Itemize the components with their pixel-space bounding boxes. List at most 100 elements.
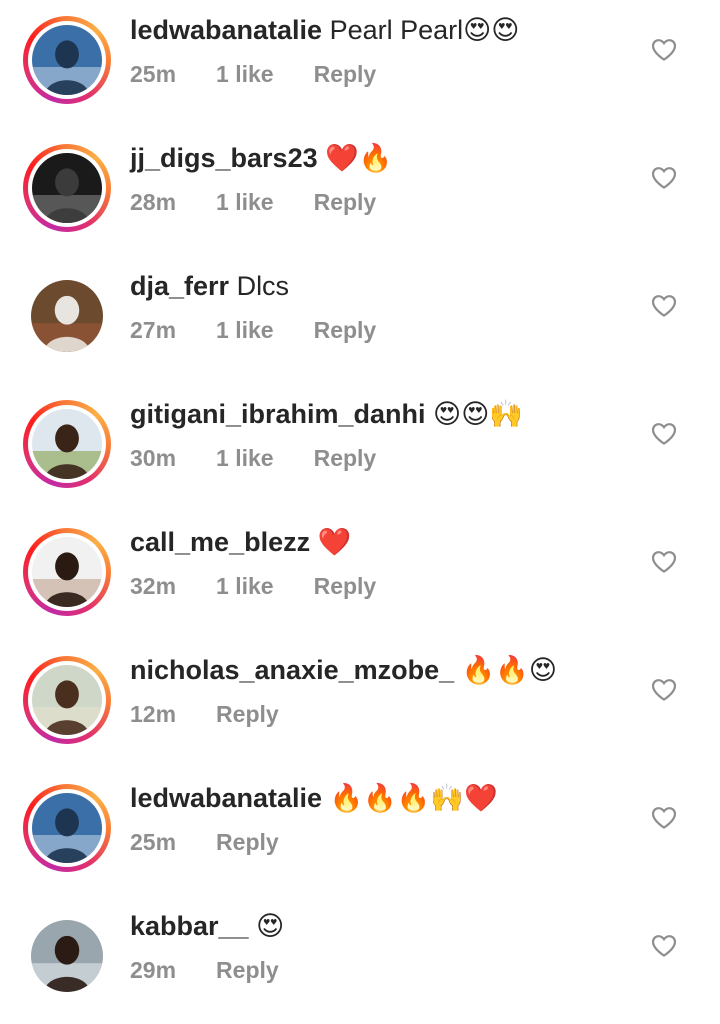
- comment-username[interactable]: kabbar__: [130, 911, 249, 941]
- comment-item: ledwabanatalie Pearl Pearl😍😍 25m 1 like Rep…: [0, 0, 720, 128]
- avatar-image: [32, 793, 102, 863]
- avatar-border: [31, 920, 103, 992]
- like-button[interactable]: [651, 38, 677, 62]
- heart-outline-icon: [651, 295, 677, 317]
- heart-outline-icon: [651, 423, 677, 445]
- heart-outline-icon: [651, 807, 677, 829]
- avatar[interactable]: [32, 665, 102, 735]
- comment-username[interactable]: gitigani_ibrahim_danhi: [130, 399, 426, 429]
- avatar-image: [32, 665, 102, 735]
- comment-text: Pearl Pearl😍😍: [322, 15, 520, 45]
- comment-like-count[interactable]: 1 like: [216, 58, 274, 90]
- avatar-image: [32, 409, 102, 479]
- reply-button[interactable]: Reply: [314, 314, 377, 346]
- comment-item: kabbar__ 😍 29m Reply: [0, 896, 720, 1024]
- comment-item: nicholas_anaxie_mzobe_ 🔥🔥😍 12m Reply: [0, 640, 720, 768]
- comment-text: Dlcs: [229, 271, 290, 301]
- like-button[interactable]: [651, 550, 677, 574]
- comment-text: ❤️: [310, 527, 352, 557]
- comment-timestamp: 28m: [130, 189, 177, 215]
- avatar-image: [32, 537, 102, 607]
- comment-text: 😍😍🙌: [425, 399, 523, 429]
- comment-item: call_me_blezz ❤️ 32m 1 like Reply: [0, 512, 720, 640]
- comment-item: dja_ferr Dlcs 27m 1 like Reply: [0, 256, 720, 384]
- like-button[interactable]: [651, 678, 677, 702]
- comment-meta: 25m Reply: [130, 826, 279, 858]
- comment-timestamp: 30m: [130, 445, 177, 471]
- reply-button[interactable]: Reply: [216, 954, 279, 986]
- avatar-frame[interactable]: [23, 912, 111, 1000]
- reply-button[interactable]: Reply: [314, 442, 377, 474]
- comment-line: kabbar__ 😍: [130, 906, 284, 946]
- story-ring[interactable]: [23, 528, 111, 616]
- heart-outline-icon: [651, 551, 677, 573]
- avatar[interactable]: [32, 25, 102, 95]
- comment-line: gitigani_ibrahim_danhi 😍😍🙌: [130, 394, 523, 434]
- avatar-image: [32, 25, 102, 95]
- reply-button[interactable]: Reply: [314, 570, 377, 602]
- story-ring[interactable]: [23, 656, 111, 744]
- heart-outline-icon: [651, 167, 677, 189]
- avatar-border: [28, 21, 106, 99]
- comment-text: ❤️🔥: [317, 143, 393, 173]
- comment-meta: 30m 1 like Reply: [130, 442, 376, 474]
- comment-text: 😍: [248, 911, 285, 941]
- comment-timestamp: 25m: [130, 829, 177, 855]
- heart-outline-icon: [651, 679, 677, 701]
- like-button[interactable]: [651, 934, 677, 958]
- comment-timestamp: 27m: [130, 317, 177, 343]
- avatar-image: [31, 920, 103, 992]
- avatar-border: [28, 789, 106, 867]
- avatar-image: [32, 153, 102, 223]
- like-button[interactable]: [651, 422, 677, 446]
- avatar-border: [28, 661, 106, 739]
- story-ring[interactable]: [23, 144, 111, 232]
- comment-username[interactable]: ledwabanatalie: [130, 15, 322, 45]
- avatar[interactable]: [32, 793, 102, 863]
- like-button[interactable]: [651, 166, 677, 190]
- heart-outline-icon: [651, 39, 677, 61]
- reply-button[interactable]: Reply: [216, 698, 279, 730]
- comment-like-count[interactable]: 1 like: [216, 442, 274, 474]
- avatar-image: [31, 280, 103, 352]
- comment-line: dja_ferr Dlcs: [130, 266, 289, 306]
- comment-item: ledwabanatalie 🔥🔥🔥🙌❤️ 25m Reply: [0, 768, 720, 896]
- avatar-border: [28, 533, 106, 611]
- comment-meta: 28m 1 like Reply: [130, 186, 376, 218]
- comment-item: jj_digs_bars23 ❤️🔥 28m 1 like Reply: [0, 128, 720, 256]
- avatar-border: [28, 405, 106, 483]
- story-ring[interactable]: [23, 400, 111, 488]
- avatar[interactable]: [32, 537, 102, 607]
- comment-meta: 25m 1 like Reply: [130, 58, 376, 90]
- comment-username[interactable]: ledwabanatalie: [130, 783, 322, 813]
- comment-like-count[interactable]: 1 like: [216, 314, 274, 346]
- comment-username[interactable]: dja_ferr: [130, 271, 229, 301]
- avatar[interactable]: [31, 920, 103, 992]
- like-button[interactable]: [651, 806, 677, 830]
- story-ring[interactable]: [23, 16, 111, 104]
- story-ring[interactable]: [23, 784, 111, 872]
- avatar[interactable]: [32, 409, 102, 479]
- comment-meta: 12m Reply: [130, 698, 279, 730]
- comment-text: 🔥🔥🔥🙌❤️: [322, 783, 498, 813]
- comment-like-count[interactable]: 1 like: [216, 570, 274, 602]
- comment-username[interactable]: call_me_blezz: [130, 527, 310, 557]
- comment-timestamp: 12m: [130, 701, 177, 727]
- comment-line: nicholas_anaxie_mzobe_ 🔥🔥😍: [130, 650, 557, 690]
- comment-timestamp: 29m: [130, 957, 177, 983]
- comment-like-count[interactable]: 1 like: [216, 186, 274, 218]
- comment-text: 🔥🔥😍: [454, 655, 558, 685]
- comment-line: ledwabanatalie 🔥🔥🔥🙌❤️: [130, 778, 498, 818]
- reply-button[interactable]: Reply: [216, 826, 279, 858]
- comment-meta: 29m Reply: [130, 954, 279, 986]
- reply-button[interactable]: Reply: [314, 186, 377, 218]
- comment-username[interactable]: nicholas_anaxie_mzobe_: [130, 655, 454, 685]
- reply-button[interactable]: Reply: [314, 58, 377, 90]
- comment-username[interactable]: jj_digs_bars23: [130, 143, 318, 173]
- avatar[interactable]: [32, 153, 102, 223]
- avatar[interactable]: [31, 280, 103, 352]
- comment-timestamp: 32m: [130, 573, 177, 599]
- avatar-frame[interactable]: [23, 272, 111, 360]
- avatar-border: [28, 149, 106, 227]
- like-button[interactable]: [651, 294, 677, 318]
